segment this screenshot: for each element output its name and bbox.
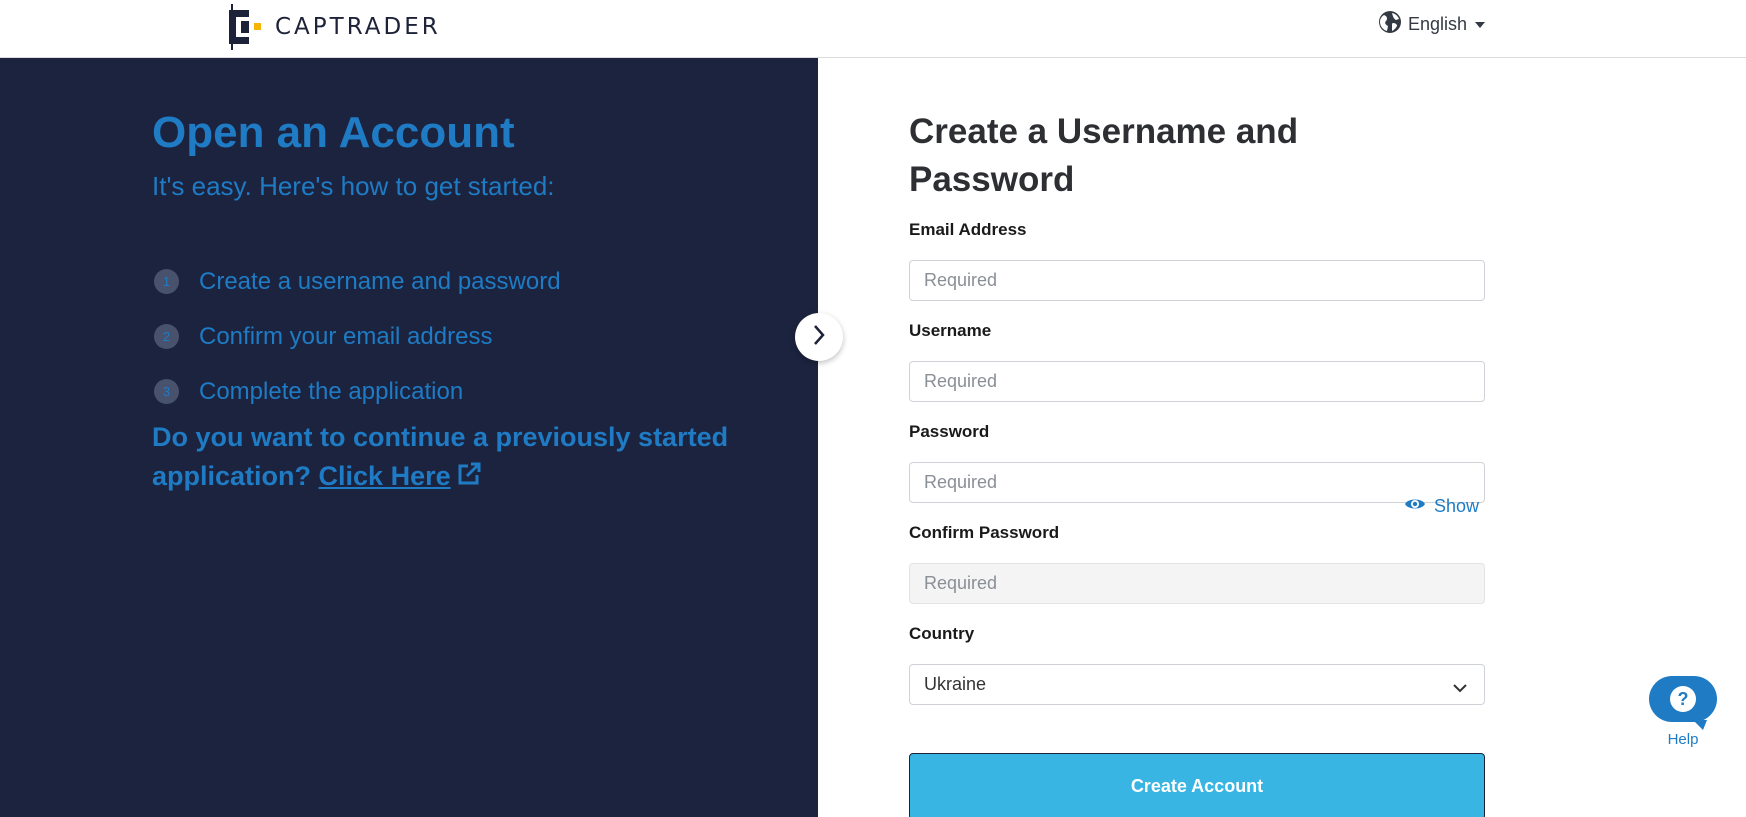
continue-application: Do you want to continue a previously sta… — [152, 418, 752, 499]
continue-link-label: Click Here — [318, 461, 451, 491]
show-password-toggle[interactable]: Show — [1404, 496, 1479, 517]
password-label: Password — [909, 422, 990, 441]
create-account-button[interactable]: Create Account — [909, 753, 1485, 817]
external-link-icon — [455, 460, 483, 499]
page: CAPTRADER English Open an Account It's e… — [0, 0, 1746, 817]
brand-logo[interactable]: CAPTRADER — [229, 4, 441, 50]
email-field[interactable] — [909, 260, 1485, 301]
email-label: Email Address — [909, 220, 1027, 239]
steps-list: 1 Create a username and password 2 Confi… — [152, 254, 561, 419]
country-label: Country — [909, 624, 975, 643]
username-field[interactable] — [909, 361, 1485, 402]
help-widget[interactable]: ? Help — [1649, 676, 1717, 748]
help-icon: ? — [1670, 686, 1696, 712]
help-label: Help — [1667, 731, 1699, 748]
country-select[interactable]: Ukraine — [909, 664, 1485, 705]
captrader-logo-icon — [229, 4, 265, 50]
language-label: English — [1408, 14, 1468, 34]
caret-down-icon — [1475, 21, 1486, 28]
step-item: 1 Create a username and password — [152, 254, 561, 309]
country-value: Ukraine — [924, 674, 987, 694]
step-item: 2 Confirm your email address — [152, 309, 561, 364]
confirm-password-label: Confirm Password — [909, 523, 1060, 542]
confirm-password-field[interactable] — [909, 563, 1485, 604]
continue-link[interactable]: Click Here — [319, 461, 483, 491]
language-selector[interactable]: English — [1378, 10, 1486, 39]
step-label: Complete the application — [199, 377, 464, 405]
step-number: 3 — [154, 379, 179, 404]
eye-icon — [1404, 496, 1426, 517]
top-bar: CAPTRADER English — [0, 0, 1746, 58]
intro-title: Open an Account — [152, 108, 515, 157]
signup-form: Create a Username and Password Email Add… — [909, 58, 1485, 817]
intro-panel: Open an Account It's easy. Here's how to… — [0, 58, 818, 817]
globe-icon — [1378, 10, 1402, 39]
password-field[interactable] — [909, 462, 1485, 503]
chevron-down-icon — [1452, 678, 1468, 699]
show-password-label: Show — [1434, 496, 1480, 516]
username-label: Username — [909, 321, 992, 340]
collapse-panel-button[interactable] — [795, 313, 843, 361]
step-item: 3 Complete the application — [152, 364, 561, 419]
step-label: Confirm your email address — [199, 322, 493, 350]
step-number: 2 — [154, 324, 179, 349]
form-title: Create a Username and Password — [909, 112, 1299, 199]
brand-name: CAPTRADER — [275, 14, 441, 40]
step-label: Create a username and password — [199, 267, 561, 295]
help-bubble: ? — [1649, 676, 1717, 730]
intro-subtitle: It's easy. Here's how to get started: — [152, 171, 555, 201]
step-number: 1 — [154, 269, 179, 294]
chevron-right-icon — [811, 323, 827, 352]
